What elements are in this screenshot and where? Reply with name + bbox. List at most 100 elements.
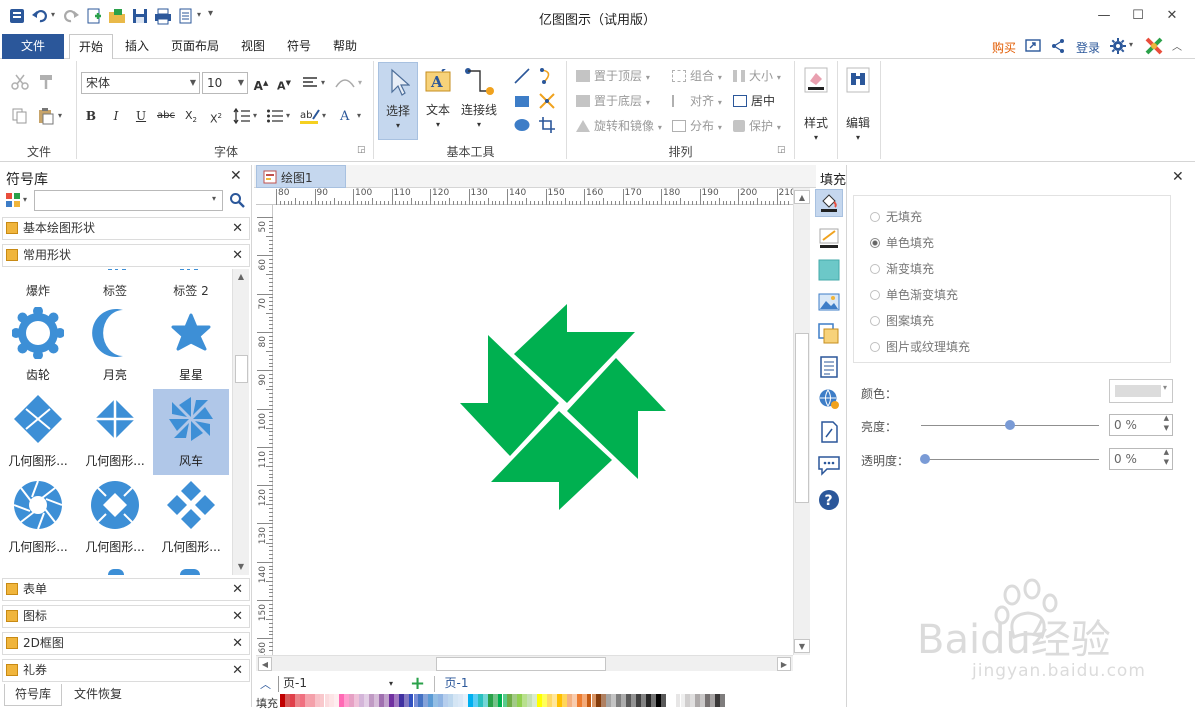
paragraph-align-icon[interactable] — [302, 75, 320, 91]
page-expand-icon[interactable]: ︿ — [260, 676, 271, 692]
transparency-slider[interactable] — [921, 459, 1099, 460]
format-painter-icon[interactable] — [37, 73, 55, 91]
edit-button[interactable]: 编辑 ▾ — [842, 65, 874, 145]
shape-geometric-2[interactable]: 几何图形... — [77, 389, 153, 475]
paste-dropdown-icon[interactable]: ▾ — [58, 111, 62, 120]
strikethrough-button[interactable]: abc — [156, 106, 176, 126]
category-2d-blocks[interactable]: 2D框图 ✕ — [2, 632, 250, 655]
font-color-icon[interactable]: A — [337, 107, 355, 125]
page-tab[interactable]: 页-1 — [434, 676, 478, 692]
help-icon[interactable]: ? — [818, 489, 840, 511]
scroll-down-icon[interactable]: ▼ — [794, 639, 810, 653]
library-grid-dropdown-icon[interactable]: ▾ — [23, 195, 27, 204]
brightness-slider-thumb[interactable] — [1005, 420, 1015, 430]
line-style-icon[interactable] — [818, 227, 840, 249]
connector-tool-button[interactable]: 连接线 ▾ — [458, 62, 500, 140]
text-curve-icon[interactable] — [334, 75, 356, 91]
italic-button[interactable]: I — [106, 106, 126, 126]
drawing-canvas[interactable] — [273, 205, 793, 655]
protect-button[interactable]: 保护 ▾ — [733, 117, 781, 134]
text-curve-dropdown-icon[interactable]: ▾ — [358, 78, 362, 87]
align-dropdown-icon[interactable]: ▾ — [321, 78, 325, 87]
arc-tool-icon[interactable] — [538, 67, 556, 85]
shape-geometric-5[interactable]: 几何图形... — [153, 475, 229, 561]
minimize-button[interactable]: — — [1092, 6, 1116, 26]
shape-geometric-4[interactable]: 几何图形... — [77, 475, 153, 561]
document-tab[interactable]: 绘图1 — [256, 165, 346, 188]
underline-button[interactable]: U — [131, 106, 151, 126]
scroll-up-icon[interactable]: ▲ — [233, 269, 249, 285]
grow-font-icon[interactable]: A▲ — [251, 73, 271, 93]
pinwheel-shape[interactable] — [458, 302, 668, 512]
color-palette[interactable] — [280, 694, 725, 707]
settings-gear-icon[interactable] — [1110, 38, 1126, 54]
align-button[interactable]: 对齐 ▾ — [672, 92, 722, 109]
distribute-button[interactable]: 分布 ▾ — [672, 117, 722, 134]
canvas-vertical-scrollbar[interactable]: ▲ ▼ — [793, 188, 810, 655]
scroll-thumb[interactable] — [235, 355, 248, 383]
tab-symbols[interactable]: 符号 — [280, 34, 318, 59]
shape-geometric-1[interactable]: 几何图形... — [0, 389, 76, 475]
copy-icon[interactable] — [11, 107, 29, 125]
tab-help[interactable]: 帮助 — [326, 34, 364, 59]
canvas-horizontal-scrollbar[interactable]: ◀ ▶ — [256, 655, 793, 671]
scroll-left-icon[interactable]: ◀ — [258, 657, 272, 671]
category-icons[interactable]: 图标 ✕ — [2, 605, 250, 628]
color-picker[interactable]: ▾ — [1109, 379, 1173, 403]
buy-link[interactable]: 购买 — [992, 39, 1016, 56]
bring-to-front-button[interactable]: 置于顶层 ▾ — [576, 67, 650, 84]
transparency-input[interactable]: 0 % ▲ ▼ — [1109, 448, 1173, 470]
bullet-dropdown-icon[interactable]: ▾ — [286, 111, 290, 120]
subscript-button[interactable]: X2 — [181, 106, 201, 126]
category-basic-shapes[interactable]: 基本绘图形状 ✕ — [2, 217, 250, 240]
scroll-thumb[interactable] — [436, 657, 606, 671]
tab-home[interactable]: 开始 — [69, 34, 113, 60]
library-search-input[interactable] — [34, 190, 223, 211]
search-icon[interactable] — [229, 192, 245, 208]
close-icon[interactable]: ✕ — [232, 218, 243, 239]
add-page-icon[interactable]: + — [410, 673, 425, 694]
select-tool-button[interactable]: 选择 ▾ — [378, 62, 418, 140]
library-scrollbar[interactable]: ▲ ▼ — [232, 269, 249, 575]
close-button[interactable]: ✕ — [1160, 6, 1184, 26]
style-button[interactable]: 样式 ▾ — [800, 65, 832, 145]
share-screen-icon[interactable] — [1025, 38, 1041, 54]
scroll-up-icon[interactable]: ▲ — [794, 190, 810, 204]
scroll-right-icon[interactable]: ▶ — [777, 657, 791, 671]
fill-panel-close-icon[interactable]: ✕ — [1172, 169, 1184, 185]
shape-pinwheel-selected[interactable]: 风车 — [153, 389, 229, 475]
login-link[interactable]: 登录 — [1076, 39, 1100, 56]
file-menu-button[interactable]: 文件 — [2, 34, 64, 59]
crop-tool-icon[interactable] — [538, 116, 556, 134]
library-grid-icon[interactable] — [5, 192, 21, 208]
font-dialog-launcher-icon[interactable]: ◲ — [357, 145, 366, 155]
scroll-down-icon[interactable]: ▼ — [233, 559, 249, 575]
highlight-dropdown-icon[interactable]: ▾ — [322, 111, 326, 120]
maximize-button[interactable]: ☐ — [1126, 6, 1150, 26]
attachment-note-icon[interactable] — [818, 421, 840, 443]
layers-icon[interactable] — [818, 323, 840, 345]
collapse-ribbon-icon[interactable]: ︿ — [1172, 38, 1182, 53]
line-tool-icon[interactable] — [513, 67, 531, 85]
cut-icon[interactable] — [11, 73, 29, 91]
text-tool-button[interactable]: A 文本 ▾ — [420, 62, 456, 140]
fill-option-pattern[interactable]: 图案填充 — [870, 312, 934, 329]
fill-option-mono-gradient[interactable]: 单色渐变填充 — [870, 286, 958, 303]
bold-button[interactable]: B — [81, 106, 101, 126]
close-icon[interactable]: ✕ — [232, 633, 243, 654]
size-button[interactable]: 大小 ▾ — [733, 67, 781, 84]
line-spacing-dropdown-icon[interactable]: ▾ — [253, 111, 257, 120]
color-swatch[interactable] — [720, 694, 725, 707]
rotate-mirror-button[interactable]: 旋转和镜像 ▾ — [576, 117, 662, 134]
tab-view[interactable]: 视图 — [234, 34, 272, 59]
close-icon[interactable]: ✕ — [232, 245, 243, 266]
ellipse-tool-icon[interactable] — [513, 116, 531, 134]
search-dropdown-icon[interactable]: ▾ — [212, 194, 216, 203]
paste-icon[interactable] — [37, 107, 55, 125]
page-properties-icon[interactable] — [818, 356, 840, 378]
shape-geometric-3[interactable]: 几何图形... — [0, 475, 76, 561]
settings-dropdown-icon[interactable]: ▾ — [1129, 40, 1133, 49]
shape-moon[interactable]: 月亮 — [77, 303, 153, 389]
font-color-dropdown-icon[interactable]: ▾ — [357, 111, 361, 120]
line-spacing-icon[interactable] — [233, 108, 251, 124]
